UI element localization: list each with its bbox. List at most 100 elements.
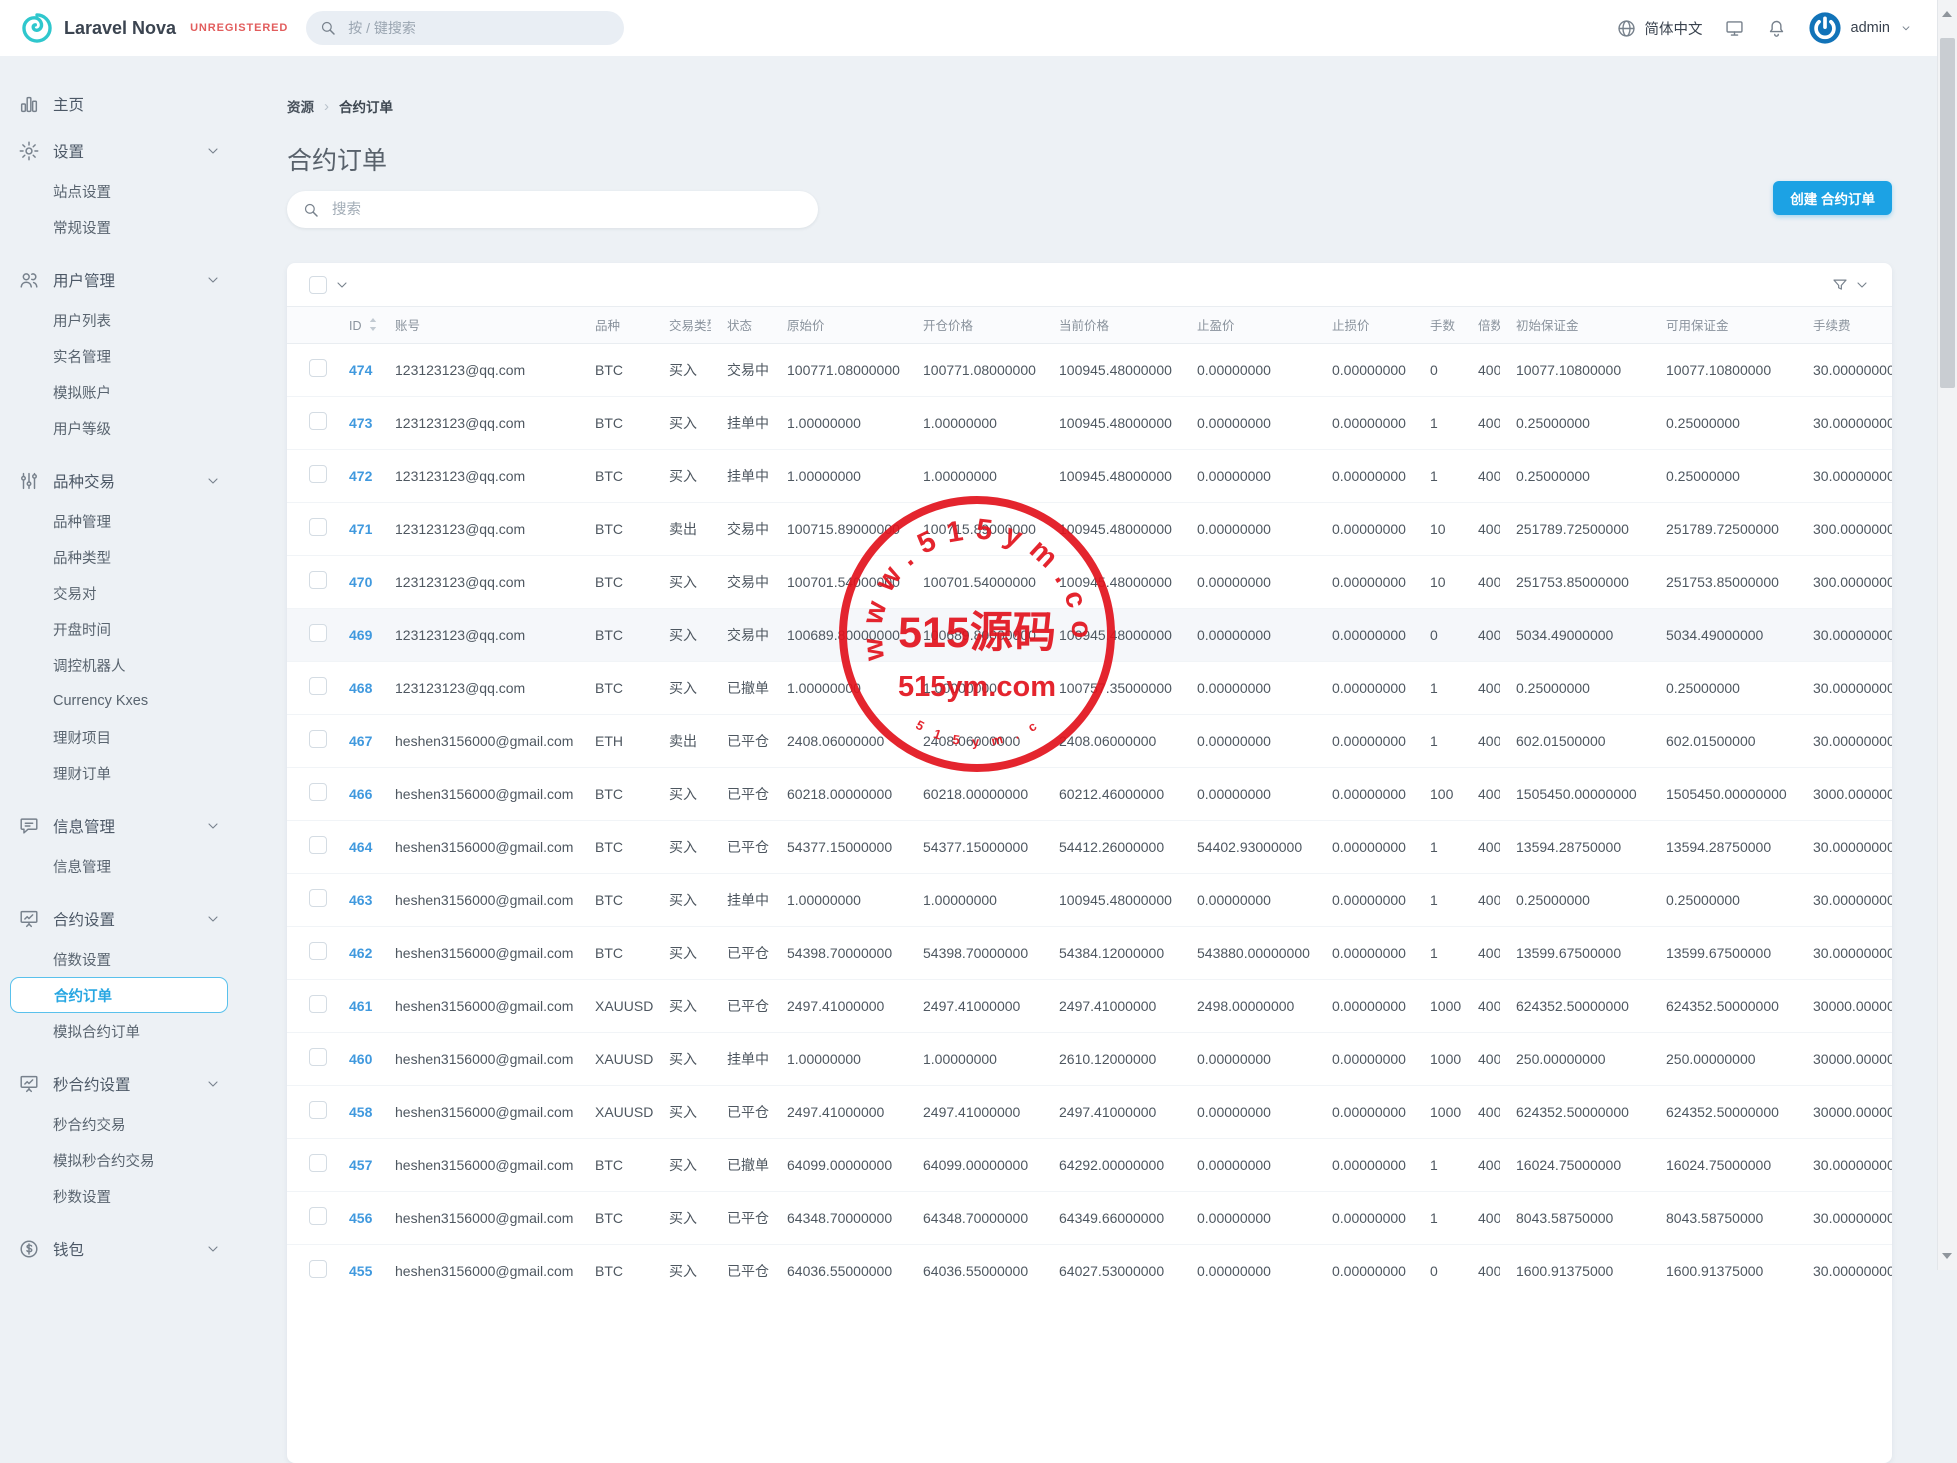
row-id-link[interactable]: 461 [349, 998, 372, 1014]
cell-initial_margin: 1600.91375000 [1500, 1243, 1650, 1297]
sidebar-item[interactable]: 用户等级 [18, 410, 287, 446]
row-checkbox[interactable] [309, 465, 327, 483]
row-id-link[interactable]: 469 [349, 627, 372, 643]
global-search-input[interactable] [346, 19, 612, 37]
sidebar-item[interactable]: 倍数设置 [18, 941, 287, 977]
nav-group-header[interactable]: 合约设置 [18, 907, 287, 931]
row-checkbox[interactable] [309, 1207, 327, 1225]
sidebar-item[interactable]: 品种类型 [18, 539, 287, 575]
row-id-link[interactable]: 472 [349, 468, 372, 484]
row-id-link[interactable]: 457 [349, 1157, 372, 1173]
row-checkbox[interactable] [309, 783, 327, 801]
sidebar-item[interactable]: 秒数设置 [18, 1178, 287, 1214]
brand[interactable]: Laravel Nova UNREGISTERED [0, 11, 288, 45]
sidebar-item[interactable]: 用户列表 [18, 302, 287, 338]
sidebar-item[interactable]: 实名管理 [18, 338, 287, 374]
cell-trade_type: 买入 [653, 343, 711, 396]
resource-search-input[interactable] [330, 200, 803, 219]
row-checkbox[interactable] [309, 995, 327, 1013]
nav-group-header[interactable]: 秒合约设置 [18, 1072, 287, 1096]
cell-id: 467 [333, 713, 379, 767]
sidebar-item[interactable]: 理财项目 [18, 719, 287, 755]
sidebar-item[interactable]: 调控机器人 [18, 647, 287, 683]
row-checkbox[interactable] [309, 677, 327, 695]
cell-value: 1.00000000 [787, 891, 861, 908]
row-id-link[interactable]: 470 [349, 574, 372, 590]
cell-value: 买入 [669, 414, 697, 431]
row-id-link[interactable]: 455 [349, 1263, 372, 1279]
cell-current_price: 100945.48000000 [1043, 501, 1181, 555]
row-checkbox[interactable] [309, 889, 327, 907]
nav-group-header[interactable]: 主页 [18, 92, 287, 116]
row-checkbox[interactable] [309, 730, 327, 748]
sidebar-item[interactable]: 品种管理 [18, 503, 287, 539]
row-checkbox[interactable] [309, 518, 327, 536]
sidebar-item[interactable]: Currency Kxes [18, 683, 287, 719]
resource-search[interactable] [287, 191, 818, 228]
select-all-checkbox[interactable] [309, 275, 327, 294]
cell-symbol: BTC [579, 395, 653, 449]
cell-value: BTC [595, 467, 623, 484]
create-order-button[interactable]: 创建 合约订单 [1773, 181, 1892, 215]
nav-group-header[interactable]: 钱包 [18, 1237, 287, 1261]
sidebar-item[interactable]: 理财订单 [18, 755, 287, 791]
user-menu[interactable]: admin [1808, 11, 1914, 45]
row-checkbox[interactable] [309, 1101, 327, 1119]
row-checkbox[interactable] [309, 836, 327, 854]
sidebar-item[interactable]: 信息管理 [18, 848, 287, 884]
row-id-link[interactable]: 473 [349, 415, 372, 431]
cell-value: 已平仓 [727, 785, 769, 802]
sidebar-item[interactable]: 模拟秒合约交易 [18, 1142, 287, 1178]
column-header-id[interactable]: ID [333, 307, 379, 344]
select-all-chevron-icon[interactable] [334, 277, 350, 293]
scrollbar-thumb[interactable] [1940, 38, 1955, 388]
breadcrumb-resources[interactable]: 资源 [287, 96, 314, 116]
filter-button[interactable] [1831, 276, 1870, 294]
nav-group-header[interactable]: 用户管理 [18, 268, 287, 292]
row-checkbox[interactable] [309, 412, 327, 430]
row-id-link[interactable]: 468 [349, 680, 372, 696]
cell-value: 250.00000000 [1516, 1050, 1606, 1067]
sidebar-item[interactable]: 合约订单 [10, 977, 228, 1013]
sidebar-item[interactable]: 常规设置 [18, 209, 287, 245]
row-checkbox[interactable] [309, 1048, 327, 1066]
sidebar-item[interactable]: 秒合约交易 [18, 1106, 287, 1142]
nav-group-header[interactable]: 设置 [18, 139, 287, 163]
nav-group-header[interactable]: 信息管理 [18, 814, 287, 838]
row-checkbox[interactable] [309, 1260, 327, 1279]
global-search[interactable] [306, 11, 625, 45]
scrollbar-down-arrow-icon[interactable] [1942, 1253, 1952, 1259]
notifications-bell-icon[interactable] [1766, 18, 1787, 39]
nav-group-header[interactable]: 品种交易 [18, 469, 287, 493]
theme-monitor-icon[interactable] [1724, 18, 1745, 39]
row-id-link[interactable]: 460 [349, 1051, 372, 1067]
cell-status: 已撤单 [711, 660, 771, 714]
row-checkbox[interactable] [309, 1154, 327, 1172]
cell-take_profit: 0.00000000 [1181, 1031, 1316, 1085]
sort-arrows-icon[interactable] [368, 317, 378, 332]
sidebar-item[interactable]: 交易对 [18, 575, 287, 611]
row-id-link[interactable]: 463 [349, 892, 372, 908]
row-id-link[interactable]: 456 [349, 1210, 372, 1226]
row-id-link[interactable]: 462 [349, 945, 372, 961]
row-id-link[interactable]: 471 [349, 521, 372, 537]
sidebar-item[interactable]: 模拟合约订单 [18, 1013, 287, 1049]
sidebar-item[interactable]: 开盘时间 [18, 611, 287, 647]
row-checkbox[interactable] [309, 359, 327, 377]
cell-value: 30.00000000 [1813, 361, 1892, 378]
table-row: 461 heshen3156000@gmail.com XAUUSD 买入 已平仓 249… [287, 978, 1892, 1032]
row-id-link[interactable]: 458 [349, 1104, 372, 1120]
row-id-link[interactable]: 467 [349, 733, 372, 749]
scrollbar-up-arrow-icon[interactable] [1942, 11, 1952, 17]
row-checkbox[interactable] [309, 571, 327, 589]
row-checkbox[interactable] [309, 624, 327, 642]
row-id-link[interactable]: 466 [349, 786, 372, 802]
language-switcher[interactable]: 简体中文 [1616, 18, 1703, 39]
sidebar-item[interactable]: 模拟账户 [18, 374, 287, 410]
sidebar-item[interactable]: 站点设置 [18, 173, 287, 209]
row-checkbox[interactable] [309, 942, 327, 960]
row-id-link[interactable]: 464 [349, 839, 372, 855]
cell-lots: 10 [1414, 501, 1462, 555]
sliders-icon [18, 470, 40, 492]
row-id-link[interactable]: 474 [349, 362, 372, 378]
